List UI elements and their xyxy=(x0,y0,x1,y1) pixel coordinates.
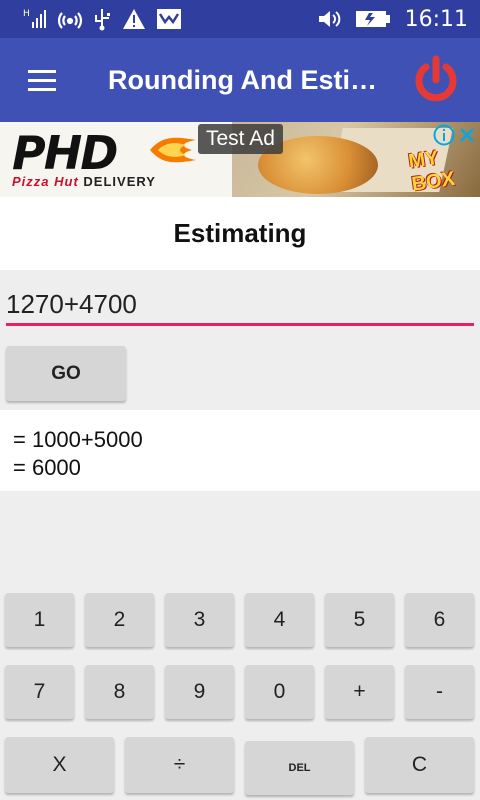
wifi-hotspot-icon xyxy=(58,7,82,31)
test-ad-label: Test Ad xyxy=(198,124,283,154)
ad-banner[interactable]: PHD Pizza Hut DELIVERY MY BOX Test Ad xyxy=(0,122,480,197)
key-1[interactable]: 1 xyxy=(5,593,74,647)
svg-text:H: H xyxy=(23,9,30,19)
ad-info-icon[interactable] xyxy=(433,124,455,146)
result-line-total: = 6000 xyxy=(13,455,81,480)
key-minus[interactable]: - xyxy=(405,665,474,719)
key-delete[interactable]: DEL xyxy=(245,741,354,795)
status-time: 16:11 xyxy=(404,6,468,32)
page-title: Estimating xyxy=(0,197,480,270)
ad-sub-text: DELIVERY xyxy=(83,174,156,189)
ad-box-text: MY BOX xyxy=(407,146,457,196)
key-clear[interactable]: C xyxy=(365,737,474,793)
key-4[interactable]: 4 xyxy=(245,593,314,647)
usb-icon xyxy=(92,7,112,31)
key-9[interactable]: 9 xyxy=(165,665,234,719)
hamburger-menu-icon[interactable] xyxy=(0,38,84,122)
signal-h-icon: H xyxy=(22,6,48,32)
ad-sub-brand: Pizza Hut xyxy=(12,174,79,189)
photo-icon xyxy=(156,8,182,30)
flame-icon xyxy=(148,132,198,173)
status-bar: H 16:11 xyxy=(0,0,480,38)
key-2[interactable]: 2 xyxy=(85,593,154,647)
go-button[interactable]: GO xyxy=(6,346,126,401)
result-panel: = 1000+5000 = 6000 xyxy=(0,410,480,491)
key-divide[interactable]: ÷ xyxy=(125,737,234,793)
key-8[interactable]: 8 xyxy=(85,665,154,719)
result-line-rounded: = 1000+5000 xyxy=(13,427,143,452)
key-plus[interactable]: + xyxy=(325,665,394,719)
app-title: Rounding And Esti… xyxy=(108,64,377,95)
power-icon[interactable] xyxy=(410,54,462,106)
key-7[interactable]: 7 xyxy=(5,665,74,719)
key-0[interactable]: 0 xyxy=(245,665,314,719)
ad-subtitle: Pizza Hut DELIVERY xyxy=(12,174,156,189)
app-bar: Rounding And Esti… xyxy=(0,38,480,122)
key-6[interactable]: 6 xyxy=(405,593,474,647)
expression-input[interactable] xyxy=(6,286,474,326)
ad-close-icon[interactable] xyxy=(458,126,476,144)
key-5[interactable]: 5 xyxy=(325,593,394,647)
warning-icon xyxy=(122,8,146,30)
battery-charging-icon xyxy=(355,9,391,29)
ad-brand-logo: PHD xyxy=(12,126,118,180)
key-multiply[interactable]: X xyxy=(5,737,114,793)
key-3[interactable]: 3 xyxy=(165,593,234,647)
volume-icon xyxy=(317,8,341,30)
